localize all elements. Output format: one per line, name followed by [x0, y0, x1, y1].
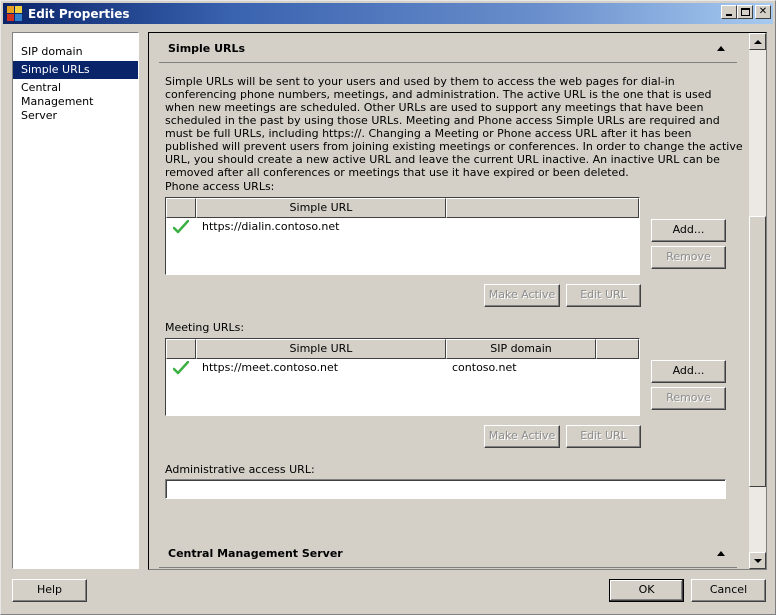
phone-remove-button[interactable]: Remove: [651, 246, 726, 269]
meeting-add-button[interactable]: Add...: [651, 360, 726, 383]
edit-properties-window: Edit Properties ✕ SIP domain Simple URLs…: [0, 0, 776, 615]
section-title: Central Management Server: [168, 547, 343, 560]
column-header-simple-url[interactable]: Simple URL: [196, 198, 446, 218]
app-icon: [7, 5, 23, 22]
scroll-down-button[interactable]: [749, 552, 766, 569]
minimize-button[interactable]: [721, 5, 737, 19]
list-row[interactable]: https://meet.contoso.net contoso.net: [166, 359, 639, 376]
column-header-status[interactable]: [166, 339, 196, 359]
sidebar-nav: SIP domain Simple URLs Central Managemen…: [12, 32, 139, 569]
list-header: Simple URL SIP domain: [166, 339, 639, 359]
sidebar-item-central-management-server[interactable]: Central Management Server: [13, 79, 138, 125]
phone-edit-url-button[interactable]: Edit URL: [566, 284, 641, 307]
arrow-up-icon: [753, 39, 762, 44]
admin-url-label: Administrative access URL:: [165, 463, 315, 476]
ok-button[interactable]: OK: [609, 579, 684, 602]
admin-url-input[interactable]: [165, 479, 726, 499]
maximize-icon: [740, 8, 750, 16]
cancel-button[interactable]: Cancel: [691, 579, 766, 602]
column-header-simple-url[interactable]: Simple URL: [196, 339, 446, 359]
section-title: Simple URLs: [168, 42, 246, 55]
close-button[interactable]: ✕: [755, 5, 771, 19]
column-header-status[interactable]: [166, 198, 196, 218]
meeting-remove-button[interactable]: Remove: [651, 387, 726, 410]
scroll-thumb[interactable]: [749, 215, 766, 487]
meeting-make-active-button[interactable]: Make Active: [484, 425, 560, 448]
collapse-arrow-icon[interactable]: [717, 551, 725, 556]
section-header-simple-urls[interactable]: Simple URLs: [159, 35, 737, 63]
section-description: Simple URLs will be sent to your users a…: [165, 75, 743, 179]
sip-domain-cell: contoso.net: [452, 361, 517, 374]
phone-make-active-button[interactable]: Make Active: [484, 284, 560, 307]
column-header-sip-domain[interactable]: SIP domain: [446, 339, 596, 359]
close-icon: ✕: [758, 6, 768, 17]
sidebar-item-simple-urls[interactable]: Simple URLs: [13, 61, 138, 79]
maximize-button[interactable]: [737, 5, 753, 19]
help-button[interactable]: Help: [12, 579, 87, 602]
url-cell: https://meet.contoso.net: [202, 361, 339, 374]
scroll-up-button[interactable]: [749, 33, 766, 50]
meeting-urls-list[interactable]: Simple URL SIP domain https://meet.conto…: [165, 338, 640, 416]
section-header-central-management-server[interactable]: Central Management Server: [159, 540, 737, 568]
window-title: Edit Properties: [28, 6, 130, 21]
column-header-blank[interactable]: [446, 198, 639, 218]
column-header-blank[interactable]: [596, 339, 639, 359]
list-header: Simple URL: [166, 198, 639, 218]
list-row[interactable]: https://dialin.contoso.net: [166, 218, 639, 235]
phone-urls-list[interactable]: Simple URL https://dialin.contoso.net: [165, 197, 640, 275]
arrow-down-icon: [753, 558, 762, 563]
meeting-urls-label: Meeting URLs:: [165, 321, 245, 334]
title-bar[interactable]: Edit Properties ✕: [3, 3, 773, 24]
sidebar-item-sip-domain[interactable]: SIP domain: [13, 43, 138, 61]
meeting-edit-url-button[interactable]: Edit URL: [566, 425, 641, 448]
collapse-arrow-icon[interactable]: [717, 46, 725, 51]
check-icon: [166, 360, 196, 375]
url-cell: https://dialin.contoso.net: [202, 220, 340, 233]
properties-panel: Simple URLs Simple URLs will be sent to …: [148, 32, 767, 570]
check-icon: [166, 219, 196, 234]
phone-add-button[interactable]: Add...: [651, 219, 726, 242]
vertical-scrollbar[interactable]: [749, 33, 766, 569]
minimize-icon: [726, 14, 732, 16]
phone-urls-label: Phone access URLs:: [165, 180, 275, 193]
